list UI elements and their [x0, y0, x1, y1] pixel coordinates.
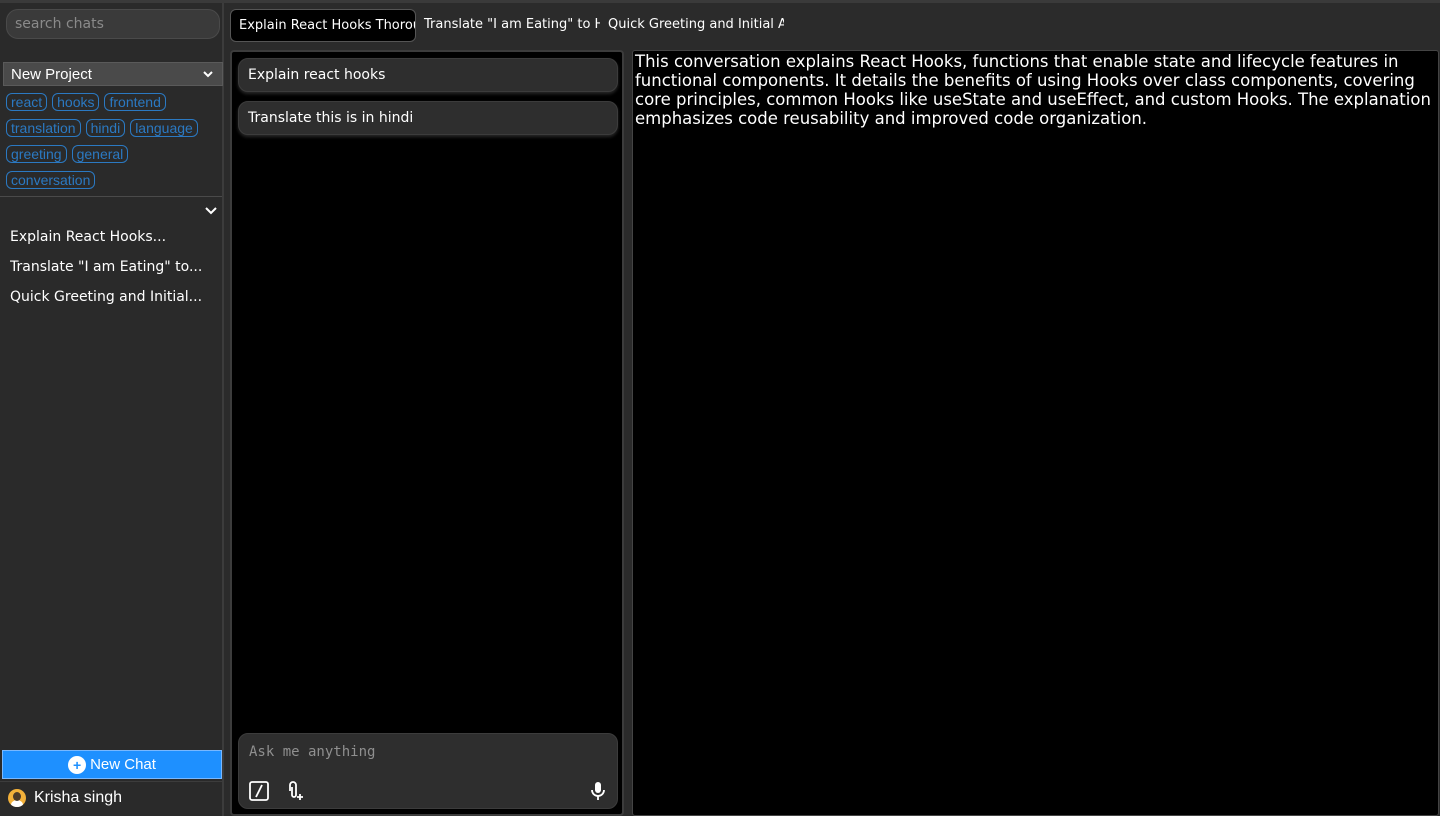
sidebar: New Project react hooks frontend transla… [0, 3, 224, 816]
tag[interactable]: language [130, 119, 198, 137]
search-input[interactable] [6, 9, 220, 39]
history-item[interactable]: Quick Greeting and Initial... [10, 288, 210, 318]
project-select[interactable]: New Project [3, 62, 223, 86]
chat-history-list: Explain React Hooks... Translate "I am E… [10, 228, 210, 318]
project-select-value: New Project [11, 65, 92, 83]
attach-icon[interactable] [284, 780, 306, 802]
plus-circle-icon: + [68, 755, 87, 774]
tag[interactable]: greeting [6, 145, 67, 163]
tag[interactable]: translation [6, 119, 81, 137]
chevron-down-icon [203, 71, 213, 78]
tag[interactable]: hindi [85, 119, 126, 137]
history-item[interactable]: Explain React Hooks... [10, 228, 210, 258]
tab-quick-greeting[interactable]: Quick Greeting and Initial As [600, 9, 784, 42]
tag[interactable]: conversation [6, 171, 96, 189]
user-message[interactable]: Translate this is in hindi [238, 101, 618, 135]
user-name: Krisha singh [34, 788, 123, 806]
user-profile[interactable]: Krisha singh [0, 781, 222, 813]
tag[interactable]: general [71, 145, 129, 163]
summary-text: This conversation explains React Hooks, … [635, 52, 1431, 128]
tab-explain-react-hooks[interactable]: Explain React Hooks Thorough [230, 9, 416, 42]
tab-bar: Explain React Hooks Thorough Translate "… [230, 9, 784, 42]
message-input[interactable] [249, 742, 589, 762]
sidebar-divider [0, 196, 222, 197]
tag-list: react hooks frontend translation hindi l… [6, 93, 220, 189]
tag[interactable]: hooks [52, 93, 100, 111]
chat-panel: Explain react hooks Translate this is in… [230, 50, 624, 816]
summary-panel: This conversation explains React Hooks, … [632, 50, 1439, 816]
avatar-icon [8, 788, 26, 807]
tag[interactable]: frontend [104, 93, 166, 111]
new-chat-label: New Chat [90, 756, 156, 773]
user-message[interactable]: Explain react hooks [238, 58, 618, 92]
slash-command-icon[interactable] [248, 780, 270, 802]
history-item[interactable]: Translate "I am Eating" to... [10, 258, 210, 288]
tab-translate[interactable]: Translate "I am Eating" to Hin [416, 9, 600, 42]
chevron-down-icon[interactable] [203, 202, 219, 218]
mic-icon[interactable] [587, 780, 609, 802]
tag[interactable]: react [6, 93, 48, 111]
new-chat-button[interactable]: + New Chat [2, 750, 222, 779]
composer [238, 733, 618, 809]
